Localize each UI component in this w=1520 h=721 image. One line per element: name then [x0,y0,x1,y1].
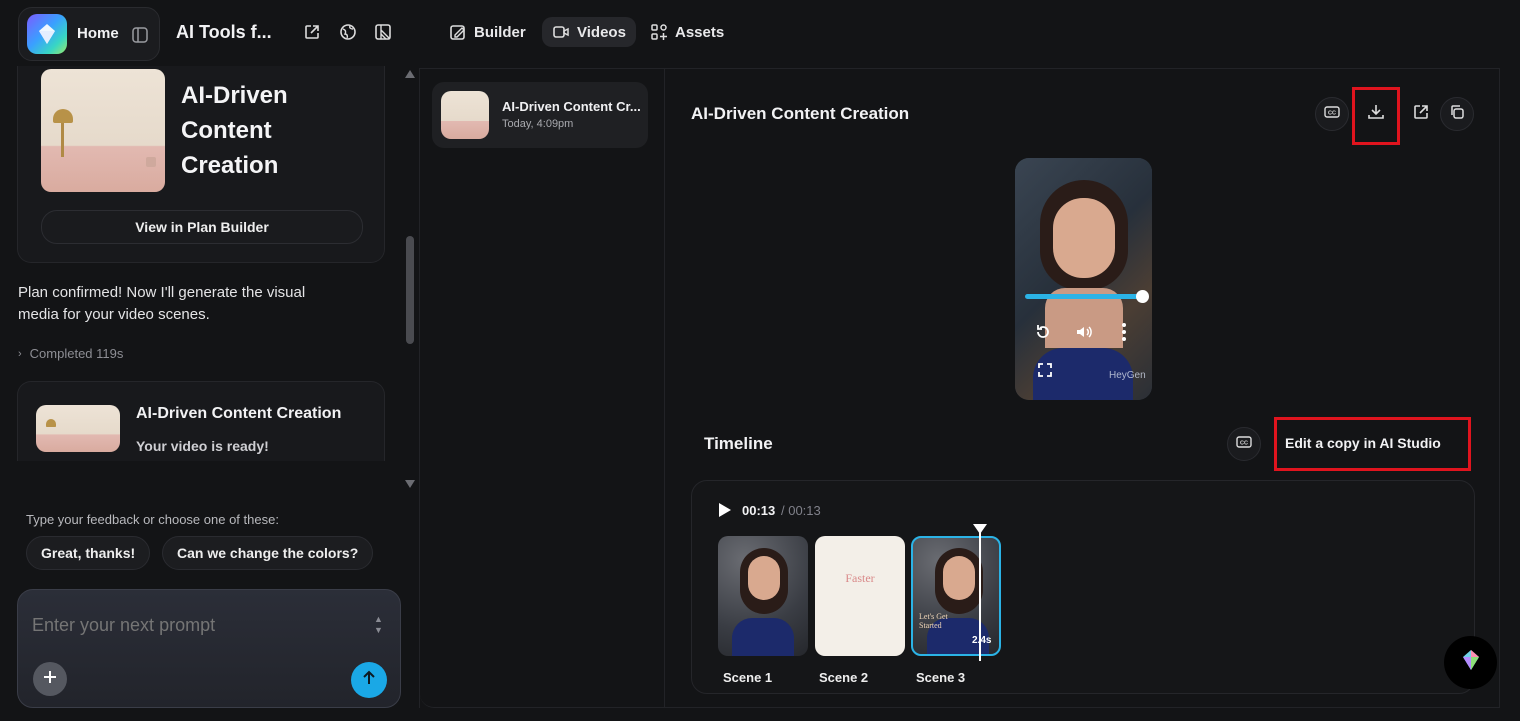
tab-assets[interactable]: Assets [640,17,734,47]
completed-label: Completed 119s [29,346,124,361]
closed-captions-icon: CC [1236,435,1252,453]
download-button[interactable] [1359,97,1393,131]
tab-videos[interactable]: Videos [542,17,636,47]
svg-text:CC: CC [1328,111,1336,117]
plan-title: AI-Driven Content Creation [181,78,288,183]
current-time: 00:13 [742,503,776,518]
plan-title-line2: Content [181,117,272,144]
closed-captions-icon: CC [1324,105,1340,123]
video-ready-subtitle: Your video is ready! [136,438,269,454]
feedback-prompt: Type your feedback or choose one of thes… [26,512,279,527]
prompt-box: ▲▼ [17,589,401,708]
builder-icon [449,23,467,41]
chat-scrollbar[interactable] [404,66,416,496]
app-logo-icon [1459,648,1483,677]
captions-button[interactable]: CC [1315,97,1349,131]
app-logo-icon[interactable] [27,14,67,54]
timeline-label: Timeline [704,434,773,453]
home-pill[interactable]: Home [18,7,160,61]
scroll-up-icon[interactable] [405,70,415,78]
presenter-face [1053,198,1115,278]
scene-thumbnail-3[interactable]: Let's Get Started 2.4s [911,536,1001,656]
play-icon[interactable] [718,502,732,523]
video-title: AI-Driven Content Creation [691,104,910,123]
scene-label-3: Scene 3 [916,670,966,685]
video-list-title: AI-Driven Content Cr... [502,99,641,114]
plan-title-line1: AI-Driven [181,82,288,109]
fullscreen-icon[interactable] [1038,363,1052,382]
playhead-time-label: 2.4s [972,635,992,646]
share-external-button[interactable] [1404,97,1438,131]
copy-button[interactable] [1440,97,1474,131]
project-title[interactable]: AI Tools f... [176,22,272,43]
globe-icon[interactable] [339,23,357,41]
video-list-item[interactable]: AI-Driven Content Cr... Today, 4:09pm [432,82,648,148]
volume-icon[interactable] [1075,323,1093,346]
plan-title-line3: Creation [181,152,279,179]
video-player[interactable]: HeyGen [1015,158,1152,400]
open-external-icon [1412,103,1430,126]
edit-copy-in-ai-studio-button[interactable]: Edit a copy in AI Studio [1285,435,1441,451]
scene-thumbnail-2[interactable]: Faster [815,536,905,656]
home-label[interactable]: Home [77,25,119,42]
scroll-thumb[interactable] [406,236,414,344]
total-time: / 00:13 [781,503,821,518]
scene-label-2: Scene 2 [819,670,869,685]
progress-bar[interactable] [1025,294,1142,299]
video-ready-card[interactable]: AI-Driven Content Creation Your video is… [17,381,385,461]
video-camera-icon [552,23,570,41]
chevron-right-icon: › [18,347,22,360]
tab-builder-label: Builder [474,23,526,41]
tab-assets-label: Assets [675,23,725,41]
floating-assistant-button[interactable] [1444,636,1497,689]
scene-2-overlay-text: Faster [845,571,875,585]
scene-label-1: Scene 1 [723,670,773,685]
download-icon [1367,103,1385,126]
video-list-thumbnail [441,91,489,139]
copy-icon [1449,104,1465,125]
heygen-watermark: HeyGen [1109,370,1146,381]
sidebar-toggle-icon[interactable] [131,26,149,44]
send-button[interactable] [351,662,387,698]
video-ready-title: AI-Driven Content Creation [136,405,342,422]
more-options-icon[interactable] [1120,322,1128,347]
layout-icon[interactable] [374,23,392,41]
replay-icon[interactable] [1034,323,1052,346]
add-attachment-button[interactable] [33,662,67,696]
assets-icon [650,23,668,41]
plus-icon [42,669,58,690]
arrow-up-icon [361,670,377,691]
open-external-icon[interactable] [303,23,321,41]
prompt-input[interactable] [32,610,352,640]
view-in-plan-builder-button[interactable]: View in Plan Builder [41,210,363,244]
video-ready-thumbnail [36,405,120,452]
scene-thumbnail-1[interactable] [718,536,808,656]
list-divider [664,68,665,708]
completed-toggle[interactable]: › Completed 119s [18,346,123,361]
progress-handle[interactable] [1136,290,1149,303]
video-list-timestamp: Today, 4:09pm [502,118,574,130]
tab-videos-label: Videos [577,23,626,41]
assistant-message: Plan confirmed! Now I'll generate the vi… [18,284,306,323]
svg-text:CC: CC [1240,441,1248,447]
scene-3-overlay-text: Let's Get Started [919,612,948,630]
timeline-panel: 00:13 / 00:13 Scene 1 Faster Scene 2 Let… [691,480,1475,694]
suggestion-chip-1[interactable]: Great, thanks! [26,536,151,570]
plan-card: AI-Driven Content Creation View in Plan … [17,66,385,263]
plan-thumbnail [41,69,165,192]
suggestion-chip-2[interactable]: Can we change the colors? [162,536,374,570]
expand-stepper-icon[interactable]: ▲ ▼ [374,614,383,636]
tab-builder[interactable]: Builder [439,17,536,47]
timeline-captions-button[interactable]: CC [1227,427,1261,461]
scroll-down-icon[interactable] [405,480,415,488]
playhead-line[interactable] [979,531,981,661]
